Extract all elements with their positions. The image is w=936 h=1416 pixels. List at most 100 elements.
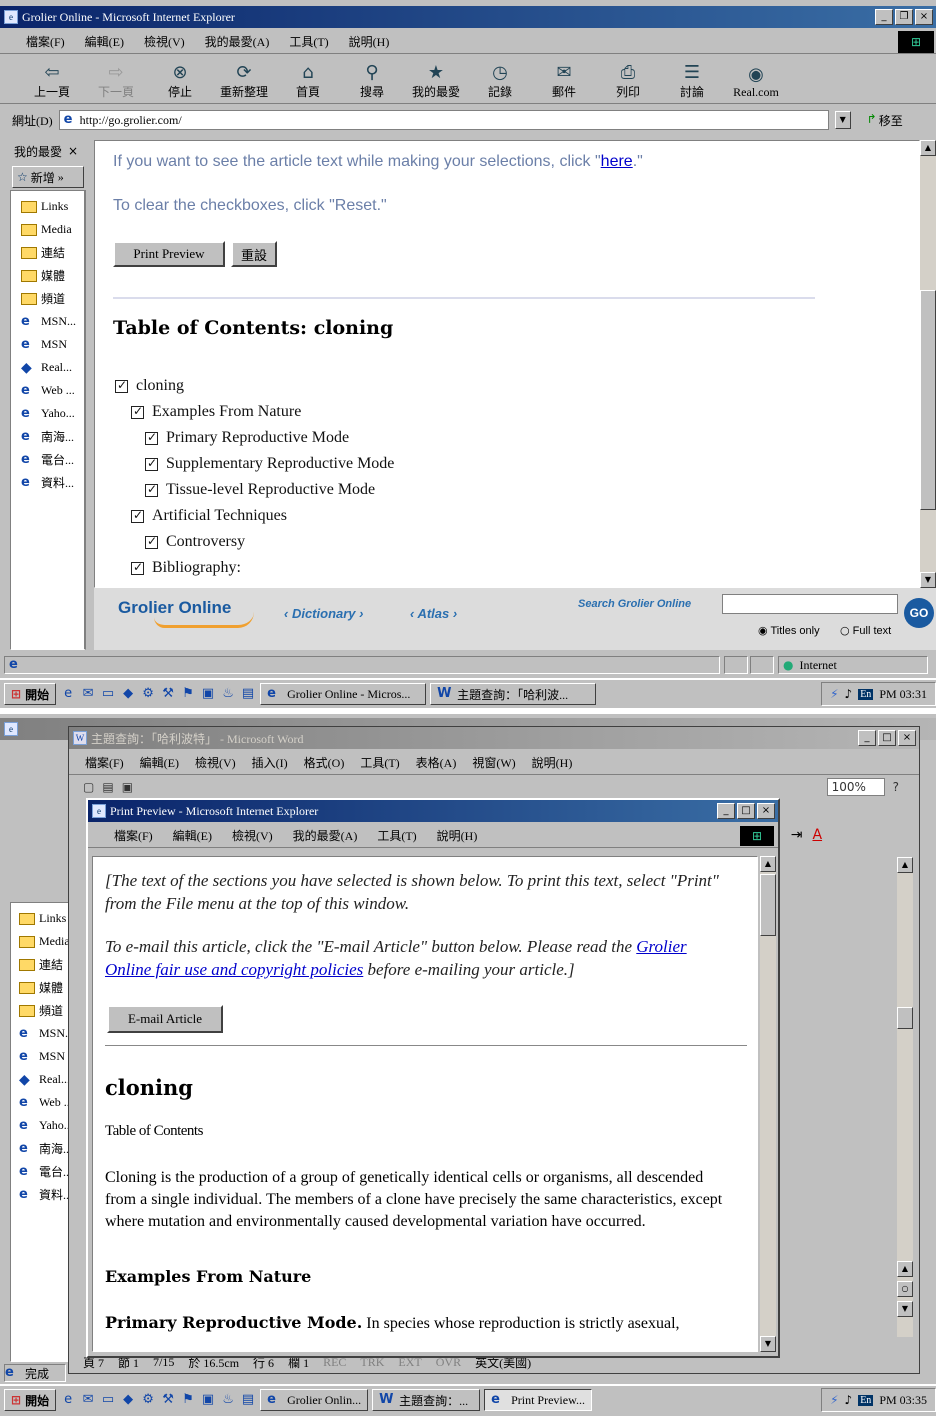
favorite-item[interactable]: 連結 <box>11 241 84 264</box>
menu-item[interactable]: 我的最愛(A) <box>293 827 358 844</box>
favorite-item[interactable]: ◆ Real... <box>11 356 84 379</box>
toc-checkbox[interactable] <box>145 430 158 445</box>
word-maximize-button[interactable]: □ <box>878 730 896 746</box>
menu-item[interactable]: 檔案(F) <box>114 827 153 844</box>
favorite-item[interactable]: e Yaho... <box>11 402 84 425</box>
toc-checkbox[interactable] <box>131 560 144 575</box>
menu-item[interactable]: 檢視(V) <box>232 827 273 844</box>
favorite-item[interactable]: e 南海... <box>11 425 84 448</box>
new-doc-icon[interactable]: ▢ <box>83 780 94 794</box>
discuss-button[interactable]: ☰ 討論 <box>660 57 724 103</box>
app5-icon[interactable]: ▤ <box>240 1392 256 1408</box>
favorite-item[interactable]: e MSN... <box>11 1022 68 1045</box>
real-com-button[interactable]: ◉ Real.com <box>724 57 788 103</box>
favorite-item[interactable]: e MSN <box>11 1045 68 1068</box>
menu-item[interactable]: 檢視(V) <box>144 33 185 50</box>
menu-item[interactable]: 說明(H) <box>437 827 478 844</box>
favorites-button[interactable]: ★ 我的最愛 <box>404 57 468 103</box>
favorite-item[interactable]: Links <box>11 907 68 930</box>
app3-icon[interactable]: ▣ <box>200 686 216 702</box>
address-dropdown-button[interactable]: ▼ <box>834 111 851 129</box>
help-icon[interactable]: ? <box>893 780 899 794</box>
favorite-item[interactable]: e MSN <box>11 333 84 356</box>
pp-minimize-button[interactable]: _ <box>717 803 735 819</box>
print-preview-button[interactable]: Print Preview <box>113 241 225 267</box>
menu-item[interactable]: 編輯(E) <box>140 754 179 771</box>
favorite-item[interactable]: 媒體 <box>11 976 68 999</box>
menu-item[interactable]: 檢視(V) <box>195 754 236 771</box>
scroll-down-button[interactable]: ▼ <box>920 572 936 588</box>
word-close-button[interactable]: × <box>898 730 916 746</box>
go-button[interactable]: ↱ 移至 <box>867 112 903 129</box>
menu-item[interactable]: 說明(H) <box>349 33 390 50</box>
close-button[interactable]: × <box>915 9 933 25</box>
menu-item[interactable]: 工具(T) <box>360 754 399 771</box>
favorite-item[interactable]: 媒體 <box>11 264 84 287</box>
address-input[interactable]: e http://go.grolier.com/ <box>58 110 829 130</box>
taskbar-task[interactable]: e Print Preview... <box>484 1389 593 1411</box>
desktop-icon[interactable]: ▭ <box>100 686 116 702</box>
reset-button[interactable]: 重設 <box>231 241 277 267</box>
taskbar-task[interactable]: e Grolier Online - Micros... <box>260 683 427 705</box>
refresh-button[interactable]: ⟳ 重新整理 <box>212 57 276 103</box>
menu-item[interactable]: 插入(I) <box>252 754 288 771</box>
word-zoom-select[interactable]: 100% <box>826 778 885 796</box>
menu-item[interactable]: 格式(O) <box>304 754 345 771</box>
toc-checkbox[interactable] <box>131 508 144 523</box>
ie-quicklaunch-icon[interactable]: e <box>60 686 76 702</box>
word-select-browse[interactable]: ○ <box>897 1281 913 1297</box>
menu-item[interactable]: 我的最愛(A) <box>205 33 270 50</box>
increase-indent-icon[interactable]: ⇥ <box>791 827 803 843</box>
app3-icon[interactable]: ▣ <box>200 1392 216 1408</box>
network-icon[interactable]: ⚡ <box>830 687 838 701</box>
atlas-link[interactable]: ‹ Atlas › <box>410 606 457 621</box>
taskbar-task[interactable]: e Grolier Onlin... <box>260 1389 369 1411</box>
favorite-item[interactable]: Media <box>11 218 84 241</box>
toc-checkbox[interactable] <box>131 404 144 419</box>
favorite-item[interactable]: e Yaho... <box>11 1114 68 1137</box>
word-minimize-button[interactable]: _ <box>858 730 876 746</box>
menu-item[interactable]: 表格(A) <box>416 754 457 771</box>
app-icon[interactable]: ⚒ <box>160 686 176 702</box>
ime-icon[interactable]: En <box>858 688 874 700</box>
save-icon[interactable]: ▣ <box>122 780 133 794</box>
email-article-button[interactable]: E-mail Article <box>107 1005 223 1033</box>
favorite-item[interactable]: e Web ... <box>11 379 84 402</box>
word-scroll-up[interactable]: ▲ <box>897 857 913 873</box>
search-button[interactable]: ⚲ 搜尋 <box>340 57 404 103</box>
sidebar-add-button[interactable]: ☆ 新增» <box>12 166 84 188</box>
favorite-item[interactable]: e 電台... <box>11 1160 68 1183</box>
favorite-item[interactable]: e 資料... <box>11 471 84 494</box>
app2-icon[interactable]: ⚑ <box>180 1392 196 1408</box>
volume-icon[interactable]: ♪ <box>845 687 853 701</box>
toc-checkbox[interactable] <box>115 378 128 393</box>
outlook-icon[interactable]: ✉ <box>80 1392 96 1408</box>
word-scrollbar[interactable]: ▲ ▲ ○ ▼ <box>897 857 913 1337</box>
menu-item[interactable]: 編輯(E) <box>173 827 212 844</box>
tool-icon[interactable]: ⚙ <box>140 1392 156 1408</box>
menu-item[interactable]: 檔案(F) <box>26 33 65 50</box>
favorite-item[interactable]: e 南海... <box>11 1137 68 1160</box>
favorite-item[interactable]: e 電台... <box>11 448 84 471</box>
word-prev-page[interactable]: ▲ <box>897 1261 913 1277</box>
menu-item[interactable]: 說明(H) <box>532 754 573 771</box>
full-text-radio[interactable]: ○ Full text <box>840 624 891 637</box>
ime-icon[interactable]: En <box>858 1394 874 1406</box>
pp-scrollbar[interactable]: ▲ ▼ <box>760 856 776 1352</box>
real-icon[interactable]: ◆ <box>120 1392 136 1408</box>
desktop-icon[interactable]: ▭ <box>100 1392 116 1408</box>
toc-checkbox[interactable] <box>145 456 158 471</box>
scroll-thumb[interactable] <box>920 290 936 510</box>
taskbar-task[interactable]: W 主題查詢：... <box>372 1389 481 1411</box>
favorite-item[interactable]: e MSN... <box>11 310 84 333</box>
titles-only-radio[interactable]: ◉ Titles only <box>758 624 820 637</box>
outlook-icon[interactable]: ✉ <box>80 686 96 702</box>
scroll-up-button[interactable]: ▲ <box>920 140 936 156</box>
favorite-item[interactable]: 頻道 <box>11 999 68 1022</box>
search-input[interactable] <box>722 594 898 614</box>
font-color-icon[interactable]: A <box>812 827 822 843</box>
word-next-page[interactable]: ▼ <box>897 1301 913 1317</box>
menu-item[interactable]: 檔案(F) <box>85 754 124 771</box>
favorite-item[interactable]: ◆ Real... <box>11 1068 68 1091</box>
home-button[interactable]: ⌂ 首頁 <box>276 57 340 103</box>
